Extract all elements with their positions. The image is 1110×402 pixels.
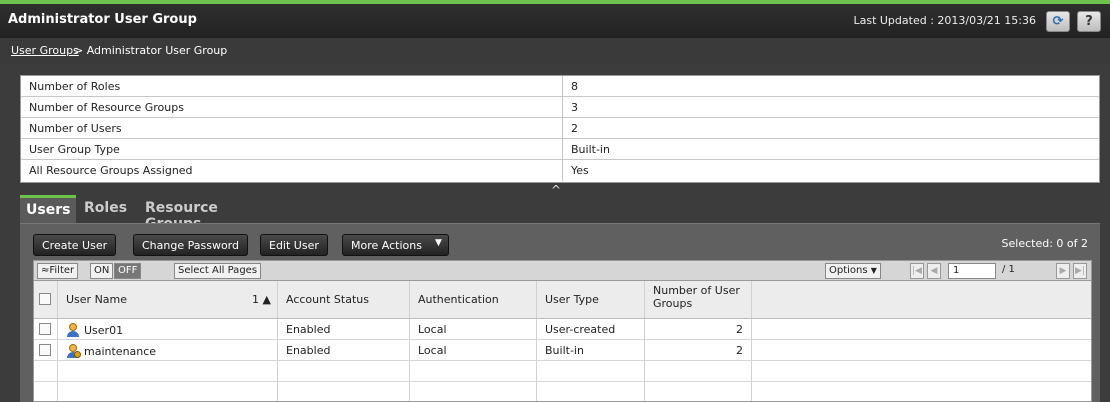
next-page-icon[interactable]: ▶ — [1056, 263, 1070, 279]
page-number-input[interactable]: 1 — [948, 263, 996, 279]
table-row[interactable]: User01 Enabled Local User-created 2 — [34, 319, 1091, 340]
chevron-down-icon: ▼ — [870, 266, 877, 275]
summary-row: Number of Resource Groups 3 — [21, 97, 1099, 118]
last-page-icon[interactable]: ▶| — [1073, 263, 1087, 279]
user-groups-count-cell: 2 — [645, 319, 752, 339]
tab-roles[interactable]: Roles — [78, 195, 134, 223]
page-total: / 1 — [1002, 264, 1015, 275]
column-header-number-of-user-groups[interactable]: Number of User Groups — [645, 281, 752, 318]
summary-value: 2 — [571, 122, 578, 135]
chevron-down-icon: ▼ — [435, 238, 442, 248]
summary-value: Built-in — [571, 143, 610, 156]
maintenance-user-icon — [66, 344, 81, 358]
user-name: maintenance — [84, 345, 157, 358]
summary-value: Yes — [571, 164, 589, 177]
row-checkbox-cell — [34, 319, 58, 339]
previous-page-icon[interactable]: ◀ — [927, 263, 941, 279]
user-icon — [66, 323, 80, 337]
filter-off-button[interactable]: OFF — [114, 263, 142, 279]
filter-on-button[interactable]: ON — [90, 263, 114, 279]
summary-value: 3 — [571, 101, 578, 114]
selection-count: Selected: 0 of 2 — [1001, 237, 1088, 250]
account-status-cell: Enabled — [278, 319, 410, 339]
summary-label: All Resource Groups Assigned — [21, 160, 563, 181]
help-icon: ? — [1085, 14, 1093, 29]
breadcrumb-link-user-groups[interactable]: User Groups — [11, 44, 79, 57]
filter-bar: ≈Filter ON OFF Select All Pages Options … — [33, 260, 1092, 281]
summary-label: User Group Type — [21, 139, 563, 160]
users-table: User Name 1 ▲ Account Status Authenticat… — [33, 281, 1092, 402]
user-name-header-label: User Name — [66, 293, 128, 306]
summary-row: Number of Roles 8 — [21, 76, 1099, 97]
empty-row — [34, 382, 1091, 401]
options-button[interactable]: Options ▼ — [825, 263, 881, 279]
user-type-cell: Built-in — [537, 340, 645, 360]
column-header-authentication[interactable]: Authentication — [410, 281, 537, 318]
select-all-checkbox[interactable] — [39, 293, 51, 305]
title-bar: Administrator User Group Last Updated : … — [0, 0, 1110, 38]
help-button[interactable]: ? — [1077, 11, 1101, 32]
summary-value: 8 — [571, 80, 578, 93]
select-all-cell — [34, 281, 58, 318]
refresh-icon: ⟳ — [1052, 14, 1064, 29]
user-name-cell: maintenance — [58, 340, 278, 360]
table-header: User Name 1 ▲ Account Status Authenticat… — [34, 281, 1091, 319]
column-header-user-type[interactable]: User Type — [537, 281, 645, 318]
more-actions-label: More Actions — [351, 239, 422, 252]
authentication-cell: Local — [410, 340, 537, 360]
column-header-account-status[interactable]: Account Status — [278, 281, 410, 318]
user-name: User01 — [84, 324, 124, 337]
more-actions-button[interactable]: More Actions ▼ — [342, 234, 449, 256]
breadcrumb: User Groups > Administrator User Group — [0, 38, 1110, 64]
summary-row: User Group Type Built-in — [21, 139, 1099, 160]
collapse-icon[interactable]: ^ — [551, 183, 561, 197]
first-page-icon[interactable]: |◀ — [910, 263, 924, 279]
change-password-button[interactable]: Change Password — [133, 234, 248, 256]
authentication-cell: Local — [410, 319, 537, 339]
edit-user-button[interactable]: Edit User — [260, 234, 328, 256]
summary-label: Number of Roles — [21, 76, 563, 97]
page-title: Administrator User Group — [8, 12, 197, 27]
table-row[interactable]: maintenance Enabled Local Built-in 2 — [34, 340, 1091, 361]
select-all-pages-button[interactable]: Select All Pages — [174, 263, 262, 279]
account-status-cell: Enabled — [278, 340, 410, 360]
user-type-cell: User-created — [537, 319, 645, 339]
last-updated-text: Last Updated : 2013/03/21 15:36 — [853, 14, 1036, 27]
summary-row: All Resource Groups Assigned Yes — [21, 160, 1099, 181]
tab-users[interactable]: Users — [20, 195, 77, 223]
refresh-button[interactable]: ⟳ — [1046, 11, 1070, 32]
tab-resource-groups[interactable]: Resource Groups — [139, 195, 224, 232]
options-label: Options — [829, 265, 868, 276]
row-checkbox-cell — [34, 340, 58, 360]
filter-toggle-button[interactable]: ≈Filter — [37, 263, 79, 279]
create-user-button[interactable]: Create User — [33, 234, 117, 256]
user-groups-count-cell: 2 — [645, 340, 752, 360]
summary-label: Number of Users — [21, 118, 563, 139]
summary-label: Number of Resource Groups — [21, 97, 563, 118]
empty-row — [34, 361, 1091, 382]
row-checkbox[interactable] — [39, 323, 51, 335]
sort-ascending-icon: 1 ▲ — [252, 293, 271, 306]
row-checkbox[interactable] — [39, 344, 51, 356]
summary-row: Number of Users 2 — [21, 118, 1099, 139]
user-name-cell: User01 — [58, 319, 278, 339]
column-header-user-name[interactable]: User Name 1 ▲ — [58, 281, 278, 318]
breadcrumb-current: > Administrator User Group — [74, 44, 228, 57]
summary-table: Number of Roles 8 Number of Resource Gro… — [20, 75, 1100, 183]
